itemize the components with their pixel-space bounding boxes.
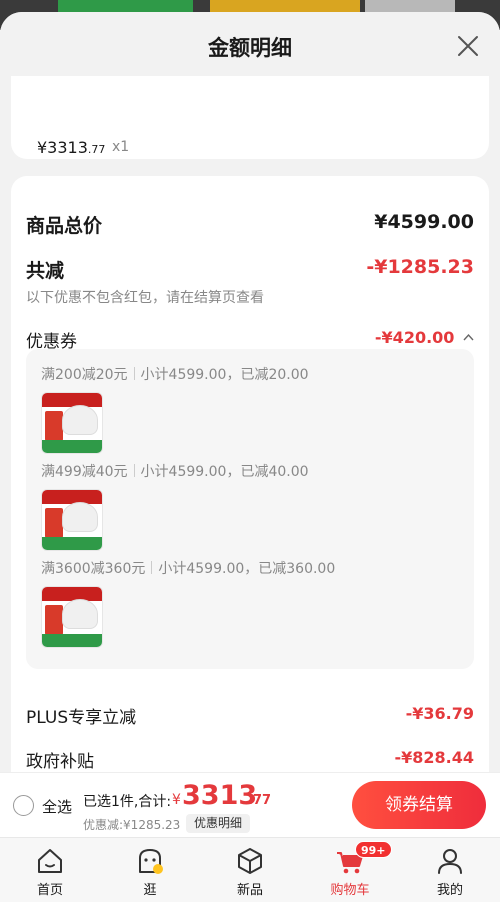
plus-discount-label: PLUS专享立减 (26, 708, 137, 728)
tab-explore[interactable]: 逛 (100, 838, 200, 902)
total-reduction-label: 共减 (26, 260, 65, 282)
reduction-note: 以下优惠不包含红包，请在结算页查看 (26, 290, 264, 306)
coupon-value: -¥420.00 (374, 328, 455, 347)
select-all-label[interactable]: 全选 (42, 796, 72, 817)
coupon-list: 满200减20元 小计4599.00，已减20.00 满499减40元 小计4599… (26, 349, 474, 669)
amount-detail-sheet: ¥3313.77 x1 金额明细 商品总价 ¥4599.00 共减 -¥1285… (0, 12, 500, 772)
goods-total-value: ¥4599.00 (374, 211, 474, 233)
coupon-product-thumbnail (41, 489, 103, 551)
tab-cart[interactable]: 99+ 购物车 (300, 838, 400, 902)
discount-detail-button[interactable]: 优惠明细 (186, 814, 251, 833)
box-icon (238, 848, 262, 874)
coupon-product-thumbnail (41, 586, 103, 648)
total-currency: ¥ (172, 792, 181, 808)
tab-label: 购物车 (330, 883, 370, 898)
checkout-bar: 全选 已选1件,合计: ¥ 3313 .77 优惠减:¥1285.23 优惠明细… (0, 772, 500, 837)
selected-summary: 已选1件,合计: (83, 794, 172, 810)
product-quantity: x1 (112, 139, 130, 155)
coupon-rule-1: 满200减20元 小计4599.00，已减20.00 (41, 364, 309, 384)
discount-summary: 优惠减:¥1285.23 (83, 818, 181, 832)
plus-discount-value: -¥36.79 (405, 704, 474, 723)
bottom-tab-bar: 首页 逛 新品 99+ 购物车 我的 (0, 837, 500, 902)
coupon-detail-text: 小计4599.00，已减360.00 (158, 561, 336, 577)
coupon-rule-text: 满3600减360元 (41, 561, 146, 577)
sheet-header: 金额明细 (0, 12, 500, 76)
close-icon[interactable] (456, 34, 480, 58)
coupon-rule-text: 满499减40元 (41, 464, 128, 480)
price-decimal: .77 (87, 143, 106, 156)
sheet-title: 金额明细 (208, 36, 292, 60)
coupon-product-thumbnail (41, 392, 103, 454)
tab-new[interactable]: 新品 (200, 838, 300, 902)
subsidy-value: -¥828.44 (394, 748, 474, 767)
coupon-rule-text: 满200减20元 (41, 367, 128, 383)
explore-icon (139, 849, 163, 874)
home-icon (38, 849, 62, 873)
coupon-rule-2: 满499减40元 小计4599.00，已减40.00 (41, 461, 309, 481)
tab-label: 新品 (236, 883, 263, 898)
goods-total-label: 商品总价 (26, 215, 103, 237)
tab-label: 我的 (436, 883, 463, 898)
tab-home[interactable]: 首页 (0, 838, 100, 902)
tab-label: 首页 (36, 883, 63, 898)
coupon-rule-3: 满3600减360元 小计4599.00，已减360.00 (41, 558, 335, 578)
total-decimal: .77 (248, 793, 272, 808)
total-reduction-value: -¥1285.23 (366, 256, 474, 278)
price-main: ¥3313 (37, 138, 88, 157)
chevron-up-icon (463, 333, 474, 341)
tab-profile[interactable]: 我的 (400, 838, 500, 902)
cart-count-badge: 99+ (355, 841, 392, 858)
coupon-detail-text: 小计4599.00，已减20.00 (140, 367, 309, 383)
coupon-toggle[interactable]: -¥420.00 (375, 328, 474, 347)
price-summary-card: 商品总价 ¥4599.00 共减 -¥1285.23 以下优惠不包含红包，请在结… (11, 176, 489, 772)
checkout-button[interactable]: 领券结算 (352, 781, 486, 829)
product-price: ¥3313.77 (37, 138, 105, 157)
tab-label: 逛 (143, 883, 157, 898)
profile-icon (438, 849, 462, 874)
select-all-radio[interactable] (13, 795, 34, 816)
coupon-detail-text: 小计4599.00，已减40.00 (140, 464, 309, 480)
subsidy-label: 政府补贴 (26, 752, 94, 772)
total-amount: 3313 (182, 780, 258, 811)
